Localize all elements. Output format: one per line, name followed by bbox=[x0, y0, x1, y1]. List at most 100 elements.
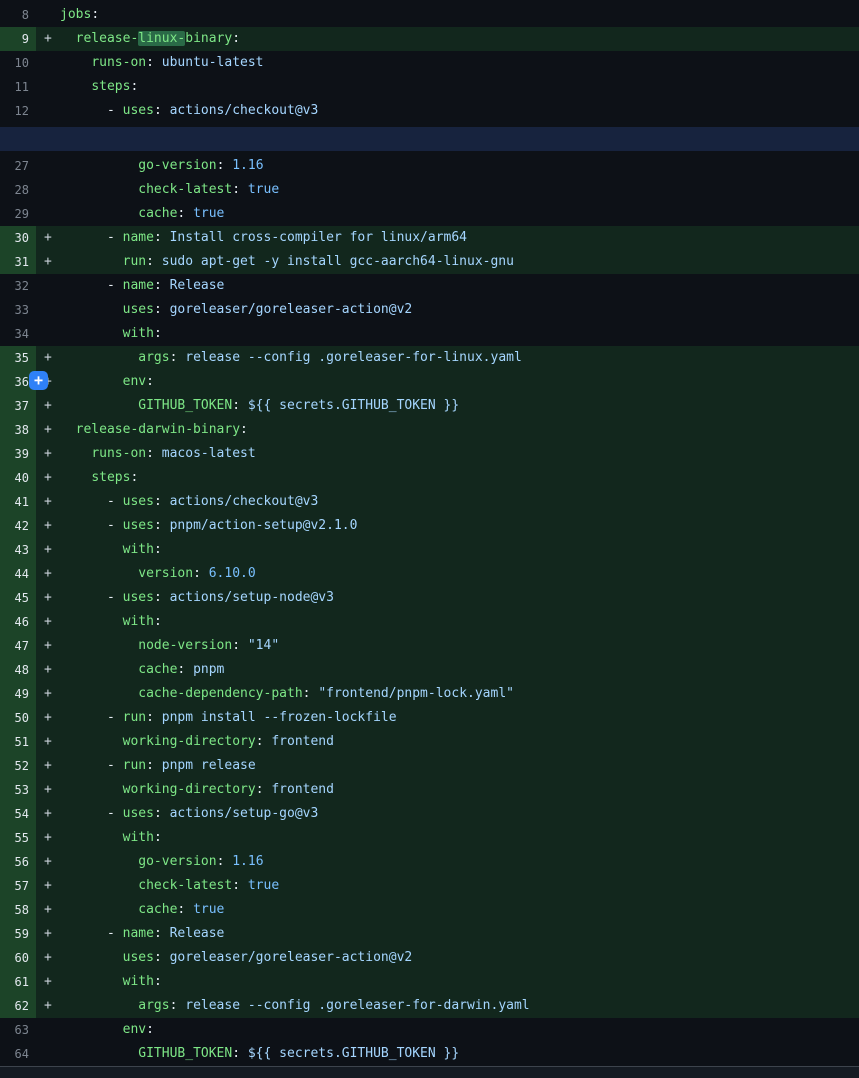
code-token: with bbox=[123, 974, 154, 989]
line-number[interactable]: 52 bbox=[0, 754, 36, 778]
code-token: : bbox=[154, 614, 162, 629]
line-number[interactable]: 8 bbox=[0, 3, 36, 27]
line-number[interactable]: 10 bbox=[0, 51, 36, 75]
code-line: + cache: true bbox=[36, 898, 859, 922]
code-token: ${{ secrets.GITHUB_TOKEN }} bbox=[248, 1046, 459, 1061]
line-number[interactable]: 41 bbox=[0, 490, 36, 514]
collapsed-hunk-band[interactable] bbox=[0, 127, 859, 151]
code-line: + working-directory: frontend bbox=[36, 730, 859, 754]
line-number[interactable]: 50 bbox=[0, 706, 36, 730]
expand-diff-gap[interactable] bbox=[0, 123, 859, 154]
code-token: goreleaser/goreleaser-action@v2 bbox=[170, 302, 413, 317]
diff-marker: + bbox=[44, 514, 60, 538]
diff-line: 56+ go-version: 1.16 bbox=[0, 850, 859, 874]
code-token bbox=[60, 1046, 138, 1061]
code-line: + release-darwin-binary: bbox=[36, 418, 859, 442]
code-line: + working-directory: frontend bbox=[36, 778, 859, 802]
code-token: - bbox=[60, 710, 123, 725]
code-token: binary bbox=[185, 31, 232, 46]
code-token: : bbox=[193, 566, 209, 581]
line-number[interactable]: 29 bbox=[0, 202, 36, 226]
diff-view: 8jobs:9+ release-linux-binary:10 runs-on… bbox=[0, 0, 859, 1066]
code-token: env bbox=[123, 374, 146, 389]
add-comment-button[interactable]: + bbox=[29, 371, 48, 390]
line-number[interactable]: 61 bbox=[0, 970, 36, 994]
diff-marker: + bbox=[44, 850, 60, 874]
diff-marker: + bbox=[44, 466, 60, 490]
code-token: : bbox=[146, 446, 162, 461]
code-token: - bbox=[60, 590, 123, 605]
line-number[interactable]: 57 bbox=[0, 874, 36, 898]
line-number[interactable]: 35 bbox=[0, 346, 36, 370]
line-number[interactable]: 46 bbox=[0, 610, 36, 634]
code-token: name bbox=[123, 230, 154, 245]
line-number[interactable]: 38 bbox=[0, 418, 36, 442]
line-number[interactable]: 49 bbox=[0, 682, 36, 706]
diff-line: 43+ with: bbox=[0, 538, 859, 562]
code-token: uses bbox=[123, 806, 154, 821]
line-number[interactable]: 27 bbox=[0, 154, 36, 178]
code-token: cache bbox=[138, 662, 177, 677]
code-token: Release bbox=[170, 926, 225, 941]
line-number[interactable]: 43 bbox=[0, 538, 36, 562]
code-token: check-latest bbox=[138, 182, 232, 197]
line-number[interactable]: 47 bbox=[0, 634, 36, 658]
code-token: : bbox=[154, 950, 170, 965]
code-token: actions/checkout@v3 bbox=[170, 103, 319, 118]
code-line: + version: 6.10.0 bbox=[36, 562, 859, 586]
code-token: : bbox=[146, 758, 162, 773]
line-number[interactable]: 33 bbox=[0, 298, 36, 322]
diff-line: 60+ uses: goreleaser/goreleaser-action@v… bbox=[0, 946, 859, 970]
line-number[interactable]: 60 bbox=[0, 946, 36, 970]
line-number[interactable]: 11 bbox=[0, 75, 36, 99]
line-number[interactable]: 9 bbox=[0, 27, 36, 51]
code-token: release-darwin-binary bbox=[76, 422, 240, 437]
diff-marker: + bbox=[44, 610, 60, 634]
diff-marker: + bbox=[44, 946, 60, 970]
line-number[interactable]: 39 bbox=[0, 442, 36, 466]
code-token: : bbox=[232, 878, 248, 893]
line-number[interactable]: 40 bbox=[0, 466, 36, 490]
line-number[interactable]: 63 bbox=[0, 1018, 36, 1042]
line-number[interactable]: 58 bbox=[0, 898, 36, 922]
line-number[interactable]: 62 bbox=[0, 994, 36, 1018]
code-token: pnpm bbox=[193, 662, 224, 677]
diff-marker: + bbox=[44, 346, 60, 370]
line-number[interactable]: 48 bbox=[0, 658, 36, 682]
code-token: env bbox=[123, 1022, 146, 1037]
diff-line: 36+ env:+ bbox=[0, 370, 859, 394]
code-token: : bbox=[91, 7, 99, 22]
line-number[interactable]: 28 bbox=[0, 178, 36, 202]
line-number[interactable]: 55 bbox=[0, 826, 36, 850]
code-token: goreleaser/goreleaser-action@v2 bbox=[170, 950, 413, 965]
diff-marker: + bbox=[44, 562, 60, 586]
diff-line: 64 GITHUB_TOKEN: ${{ secrets.GITHUB_TOKE… bbox=[0, 1042, 859, 1066]
code-token: ubuntu-latest bbox=[162, 55, 264, 70]
line-number[interactable]: 54 bbox=[0, 802, 36, 826]
line-number[interactable]: 51 bbox=[0, 730, 36, 754]
code-token: : bbox=[177, 902, 193, 917]
line-number[interactable]: 64 bbox=[0, 1042, 36, 1066]
diff-line: 53+ working-directory: frontend bbox=[0, 778, 859, 802]
line-number[interactable]: 12 bbox=[0, 99, 36, 123]
line-number[interactable]: 59 bbox=[0, 922, 36, 946]
line-number[interactable]: 45 bbox=[0, 586, 36, 610]
code-token: node-version bbox=[138, 638, 232, 653]
line-number[interactable]: 56 bbox=[0, 850, 36, 874]
code-token: : bbox=[256, 734, 272, 749]
diff-marker: + bbox=[44, 730, 60, 754]
code-line: + with: bbox=[36, 826, 859, 850]
line-number[interactable]: 42 bbox=[0, 514, 36, 538]
code-token: : bbox=[146, 55, 162, 70]
line-number[interactable]: 37 bbox=[0, 394, 36, 418]
line-number[interactable]: 32 bbox=[0, 274, 36, 298]
code-token bbox=[60, 470, 91, 485]
code-token: : bbox=[130, 79, 138, 94]
code-token bbox=[60, 734, 123, 749]
line-number[interactable]: 53 bbox=[0, 778, 36, 802]
code-line: + steps: bbox=[36, 466, 859, 490]
line-number[interactable]: 31 bbox=[0, 250, 36, 274]
line-number[interactable]: 30 bbox=[0, 226, 36, 250]
line-number[interactable]: 44 bbox=[0, 562, 36, 586]
line-number[interactable]: 34 bbox=[0, 322, 36, 346]
